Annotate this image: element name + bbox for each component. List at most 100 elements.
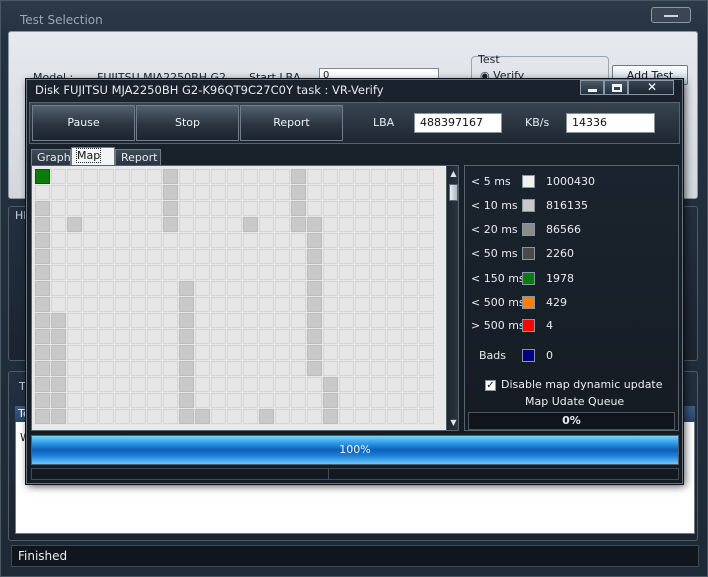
tab-report[interactable]: Report bbox=[115, 149, 161, 165]
map-block bbox=[323, 281, 338, 296]
map-block bbox=[211, 233, 226, 248]
map-block bbox=[387, 217, 402, 232]
lba-label: LBA bbox=[373, 116, 395, 129]
map-block bbox=[67, 169, 82, 184]
lba-field[interactable]: 488397167 bbox=[414, 113, 502, 133]
map-block bbox=[147, 201, 162, 216]
map-block bbox=[179, 409, 194, 424]
map-block bbox=[403, 281, 418, 296]
map-block bbox=[275, 345, 290, 360]
map-block bbox=[243, 281, 258, 296]
scroll-thumb[interactable] bbox=[449, 184, 458, 201]
dialog-close-button[interactable]: ✕ bbox=[628, 80, 674, 95]
map-block bbox=[83, 169, 98, 184]
map-block bbox=[323, 169, 338, 184]
map-block bbox=[99, 409, 114, 424]
map-block bbox=[371, 313, 386, 328]
map-block bbox=[339, 329, 354, 344]
map-block bbox=[259, 345, 274, 360]
map-block bbox=[403, 201, 418, 216]
map-block bbox=[323, 201, 338, 216]
map-block bbox=[195, 233, 210, 248]
map-block bbox=[163, 297, 178, 312]
map-block bbox=[291, 169, 306, 184]
map-block bbox=[307, 281, 322, 296]
map-block bbox=[163, 249, 178, 264]
map-block bbox=[67, 217, 82, 232]
map-block bbox=[307, 265, 322, 280]
map-scrollbar[interactable]: ▲ ▼ bbox=[446, 166, 458, 430]
map-block bbox=[67, 409, 82, 424]
scroll-down-icon[interactable]: ▼ bbox=[448, 417, 458, 428]
map-block bbox=[355, 297, 370, 312]
kbs-field[interactable]: 14336 bbox=[566, 113, 655, 133]
tab-graph[interactable]: Graph bbox=[31, 149, 71, 165]
map-block bbox=[115, 393, 130, 408]
map-block bbox=[227, 297, 242, 312]
legend-swatch bbox=[522, 272, 535, 285]
map-block bbox=[131, 297, 146, 312]
map-block bbox=[227, 281, 242, 296]
scroll-up-icon[interactable]: ▲ bbox=[448, 168, 458, 179]
map-block bbox=[227, 361, 242, 376]
map-block bbox=[131, 169, 146, 184]
map-block bbox=[355, 313, 370, 328]
map-block bbox=[35, 201, 50, 216]
verify-progress-bar: 100% bbox=[31, 435, 679, 465]
map-block bbox=[291, 361, 306, 376]
map-block bbox=[163, 361, 178, 376]
dialog-maximize-button[interactable] bbox=[604, 80, 628, 95]
map-block bbox=[403, 265, 418, 280]
dialog-minimize-button[interactable] bbox=[580, 80, 604, 95]
map-block bbox=[179, 169, 194, 184]
legend-row: < 500 ms 429 bbox=[465, 295, 675, 311]
minimize-button[interactable] bbox=[651, 7, 691, 23]
map-block bbox=[323, 393, 338, 408]
map-block bbox=[211, 281, 226, 296]
map-block bbox=[227, 233, 242, 248]
map-block bbox=[35, 361, 50, 376]
map-block bbox=[419, 281, 434, 296]
map-block bbox=[355, 377, 370, 392]
legend-row: < 10 ms 816135 bbox=[465, 198, 675, 214]
map-block bbox=[115, 233, 130, 248]
minimize-icon bbox=[588, 89, 597, 92]
map-block bbox=[307, 393, 322, 408]
map-block bbox=[35, 393, 50, 408]
map-block bbox=[51, 233, 66, 248]
map-block bbox=[179, 377, 194, 392]
map-block bbox=[67, 345, 82, 360]
map-block bbox=[35, 345, 50, 360]
stop-button[interactable]: Stop bbox=[136, 105, 239, 141]
map-block bbox=[227, 249, 242, 264]
map-block bbox=[163, 265, 178, 280]
map-block bbox=[67, 361, 82, 376]
tab-map[interactable]: Map bbox=[71, 147, 115, 166]
map-block bbox=[115, 409, 130, 424]
main-window-title: Test Selection bbox=[20, 13, 103, 27]
map-block bbox=[275, 329, 290, 344]
map-block bbox=[291, 377, 306, 392]
map-block bbox=[387, 249, 402, 264]
map-block bbox=[355, 393, 370, 408]
map-block bbox=[99, 361, 114, 376]
legend-value: 816135 bbox=[546, 199, 588, 212]
map-block bbox=[179, 217, 194, 232]
map-block bbox=[339, 249, 354, 264]
map-block bbox=[275, 201, 290, 216]
pause-button[interactable]: Pause bbox=[32, 105, 135, 141]
legend-value: 1000430 bbox=[546, 175, 595, 188]
map-block bbox=[51, 329, 66, 344]
map-block bbox=[387, 345, 402, 360]
map-block bbox=[323, 217, 338, 232]
block-map: ▲ ▼ bbox=[31, 165, 459, 431]
map-block bbox=[355, 217, 370, 232]
map-block bbox=[403, 169, 418, 184]
map-block bbox=[243, 377, 258, 392]
progress-text: 100% bbox=[339, 443, 371, 456]
report-button[interactable]: Report bbox=[240, 105, 343, 141]
disable-update-checkbox[interactable]: ✓ bbox=[485, 380, 496, 391]
map-block bbox=[307, 217, 322, 232]
map-block bbox=[163, 217, 178, 232]
map-block bbox=[259, 265, 274, 280]
